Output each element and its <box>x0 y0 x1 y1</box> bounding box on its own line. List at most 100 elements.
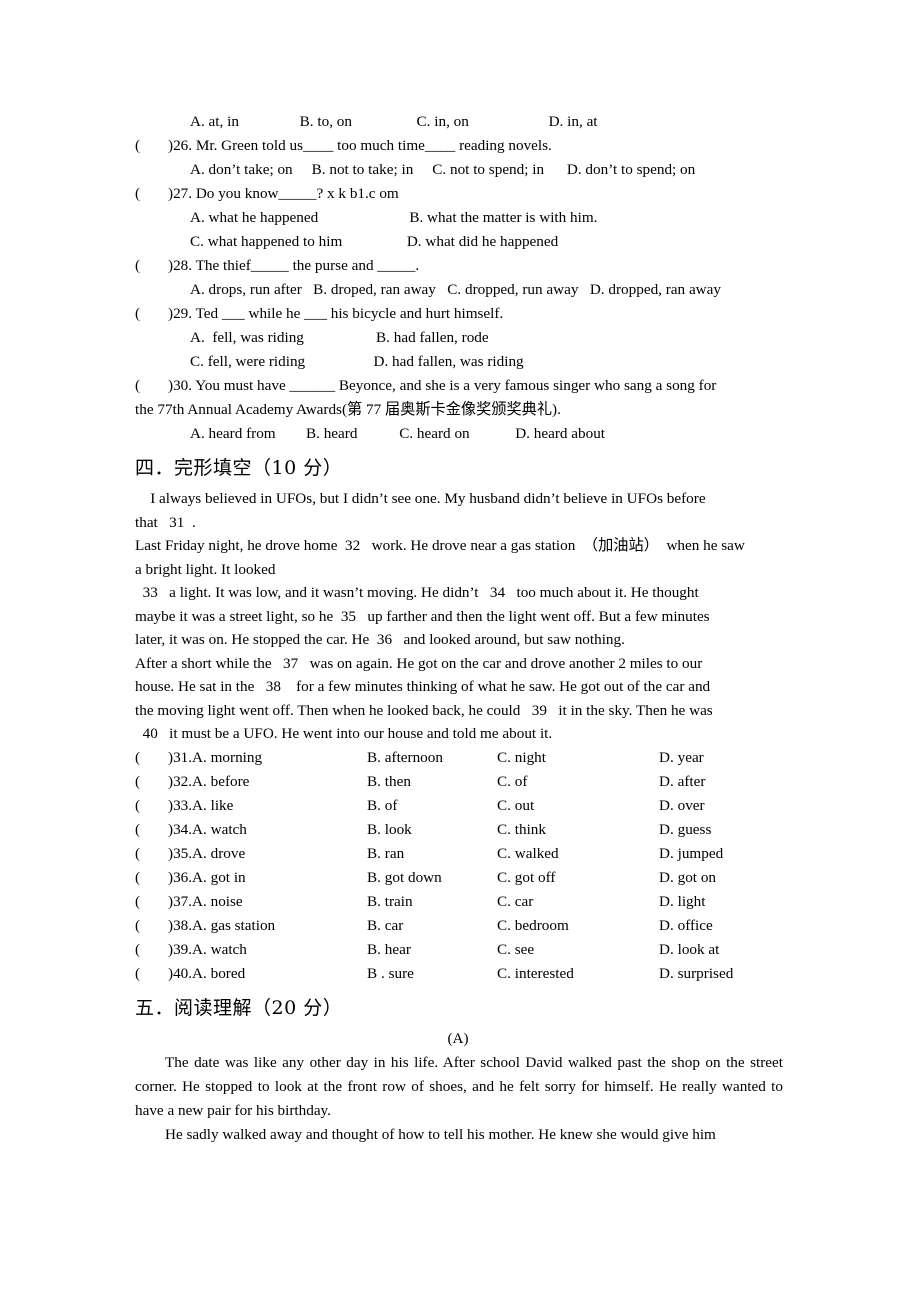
cloze-option-b-31[interactable]: B. afternoon <box>367 746 497 770</box>
cloze-option-d-34[interactable]: D. guess <box>659 818 783 842</box>
question-options-26[interactable]: A. don’t take; on B. not to take; in C. … <box>135 158 783 182</box>
answer-bracket-open-39[interactable]: ( <box>135 938 168 962</box>
cloze-number-38: 38. <box>173 916 193 934</box>
cloze-option-c-39[interactable]: C. see <box>497 938 659 962</box>
question-stem-28: 28. The thief_____ the purse and _____. <box>173 257 420 274</box>
question-options-28[interactable]: A. drops, run after B. droped, ran away … <box>135 278 783 302</box>
table-row: ()39. A. watch B. hear C. see D. look at <box>135 938 783 962</box>
cloze-option-c-36[interactable]: C. got off <box>497 866 659 890</box>
cloze-number-39: 39. <box>173 940 193 958</box>
cloze-passage-line-3: Last Friday night, he drove home 32 work… <box>135 537 745 554</box>
answer-bracket-open-28[interactable]: ( <box>135 254 168 278</box>
section-heading-cloze: 四．完形填空（10 分） <box>135 457 343 479</box>
cloze-option-a-37[interactable]: A. noise <box>192 890 367 914</box>
table-row: ()37. A. noise B. train C. car D. light <box>135 890 783 914</box>
cloze-option-a-33[interactable]: A. like <box>192 794 367 818</box>
cloze-option-b-37[interactable]: B. train <box>367 890 497 914</box>
question-options-27-ab[interactable]: A. what he happened B. what the matter i… <box>135 206 783 230</box>
cloze-number-33: 33. <box>173 796 193 814</box>
answer-bracket-open-40[interactable]: ( <box>135 962 168 986</box>
cloze-option-d-32[interactable]: D. after <box>659 770 783 794</box>
cloze-option-a-32[interactable]: A. before <box>192 770 367 794</box>
cloze-option-c-35[interactable]: C. walked <box>497 842 659 866</box>
cloze-option-c-31[interactable]: C. night <box>497 746 659 770</box>
cloze-row-number-39[interactable]: ()39. <box>135 938 192 962</box>
question-options-29-ab[interactable]: A. fell, was riding B. had fallen, rode <box>135 326 783 350</box>
cloze-option-b-38[interactable]: B. car <box>367 914 497 938</box>
cloze-option-d-36[interactable]: D. got on <box>659 866 783 890</box>
answer-bracket-open-27[interactable]: ( <box>135 182 168 206</box>
cloze-row-number-36[interactable]: ()36. <box>135 866 192 890</box>
cloze-option-d-40[interactable]: D. surprised <box>659 962 783 986</box>
cloze-option-b-33[interactable]: B. of <box>367 794 497 818</box>
cloze-row-number-33[interactable]: ()33. <box>135 794 192 818</box>
cloze-row-number-40[interactable]: ()40. <box>135 962 192 986</box>
cloze-option-b-39[interactable]: B. hear <box>367 938 497 962</box>
cloze-option-b-40[interactable]: B . sure <box>367 962 497 986</box>
cloze-passage-line-11: 40 it must be a UFO. He went into our ho… <box>135 725 553 742</box>
cloze-option-a-34[interactable]: A. watch <box>192 818 367 842</box>
table-row: ()36. A. got in B. got down C. got off D… <box>135 866 783 890</box>
passage-label-a: (A) <box>447 1029 469 1047</box>
cloze-row-number-38[interactable]: ()38. <box>135 914 192 938</box>
answer-bracket-open-38[interactable]: ( <box>135 914 168 938</box>
table-row: ()38. A. gas station B. car C. bedroom D… <box>135 914 783 938</box>
answer-bracket-open-33[interactable]: ( <box>135 794 168 818</box>
cloze-option-c-40[interactable]: C. interested <box>497 962 659 986</box>
cloze-number-37: 37. <box>173 892 193 910</box>
question-row-28: ()28. The thief_____ the purse and _____… <box>135 254 783 278</box>
cloze-option-c-33[interactable]: C. out <box>497 794 659 818</box>
question-options-30[interactable]: A. heard from B. heard C. heard on D. he… <box>135 422 783 446</box>
table-row: ()33. A. like B. of C. out D. over <box>135 794 783 818</box>
answer-bracket-open-32[interactable]: ( <box>135 770 168 794</box>
cloze-option-d-39[interactable]: D. look at <box>659 938 783 962</box>
cloze-option-b-32[interactable]: B. then <box>367 770 497 794</box>
cloze-number-32: 32. <box>173 772 193 790</box>
table-row: ()31. A. morning B. afternoon C. night D… <box>135 746 783 770</box>
cloze-option-b-36[interactable]: B. got down <box>367 866 497 890</box>
cloze-option-a-40[interactable]: A. bored <box>192 962 367 986</box>
question-row-29: ()29. Ted ___ while he ___ his bicycle a… <box>135 302 783 326</box>
question-row-30: ()30. You must have ______ Beyonce, and … <box>135 374 783 398</box>
answer-bracket-open-36[interactable]: ( <box>135 866 168 890</box>
cloze-option-a-36[interactable]: A. got in <box>192 866 367 890</box>
question-stem-30-line1: 30. You must have ______ Beyonce, and sh… <box>173 377 717 394</box>
cloze-option-d-31[interactable]: D. year <box>659 746 783 770</box>
answer-bracket-open-29[interactable]: ( <box>135 302 168 326</box>
cloze-option-a-39[interactable]: A. watch <box>192 938 367 962</box>
answer-bracket-open-35[interactable]: ( <box>135 842 168 866</box>
cloze-row-number-32[interactable]: ()32. <box>135 770 192 794</box>
cloze-option-c-32[interactable]: C. of <box>497 770 659 794</box>
cloze-option-c-34[interactable]: C. think <box>497 818 659 842</box>
answer-bracket-open-26[interactable]: ( <box>135 134 168 158</box>
cloze-option-a-35[interactable]: A. drove <box>192 842 367 866</box>
cloze-passage-line-8: After a short while the 37 was on again.… <box>135 654 703 672</box>
answer-bracket-open-30[interactable]: ( <box>135 374 168 398</box>
cloze-option-c-37[interactable]: C. car <box>497 890 659 914</box>
cloze-passage-line-2: that 31 . <box>135 513 196 531</box>
cloze-option-b-34[interactable]: B. look <box>367 818 497 842</box>
cloze-row-number-34[interactable]: ()34. <box>135 818 192 842</box>
answer-bracket-open-34[interactable]: ( <box>135 818 168 842</box>
question-options-27-cd[interactable]: C. what happened to him D. what did he h… <box>135 230 783 254</box>
cloze-option-a-31[interactable]: A. morning <box>192 746 367 770</box>
cloze-option-c-38[interactable]: C. bedroom <box>497 914 659 938</box>
cloze-options-table: ()31. A. morning B. afternoon C. night D… <box>135 746 783 986</box>
q25-options-line: A. at, in B. to, on C. in, on D. in, at <box>190 113 598 130</box>
answer-bracket-open-31[interactable]: ( <box>135 746 168 770</box>
question-stem-27: 27. Do you know_____? x k b1.c om <box>173 185 399 202</box>
table-row: ()34. A. watch B. look C. think D. guess <box>135 818 783 842</box>
cloze-option-d-38[interactable]: D. office <box>659 914 783 938</box>
cloze-option-b-35[interactable]: B. ran <box>367 842 497 866</box>
cloze-option-d-35[interactable]: D. jumped <box>659 842 783 866</box>
question-options-29-cd[interactable]: C. fell, were riding D. had fallen, was … <box>135 350 783 374</box>
reading-paragraph-2: He sadly walked away and thought of how … <box>165 1125 716 1143</box>
answer-bracket-open-37[interactable]: ( <box>135 890 168 914</box>
cloze-row-number-31[interactable]: ()31. <box>135 746 192 770</box>
cloze-passage-line-6: maybe it was a street light, so he 35 up… <box>135 607 710 625</box>
cloze-row-number-35[interactable]: ()35. <box>135 842 192 866</box>
cloze-option-a-38[interactable]: A. gas station <box>192 914 367 938</box>
cloze-option-d-33[interactable]: D. over <box>659 794 783 818</box>
cloze-row-number-37[interactable]: ()37. <box>135 890 192 914</box>
cloze-option-d-37[interactable]: D. light <box>659 890 783 914</box>
